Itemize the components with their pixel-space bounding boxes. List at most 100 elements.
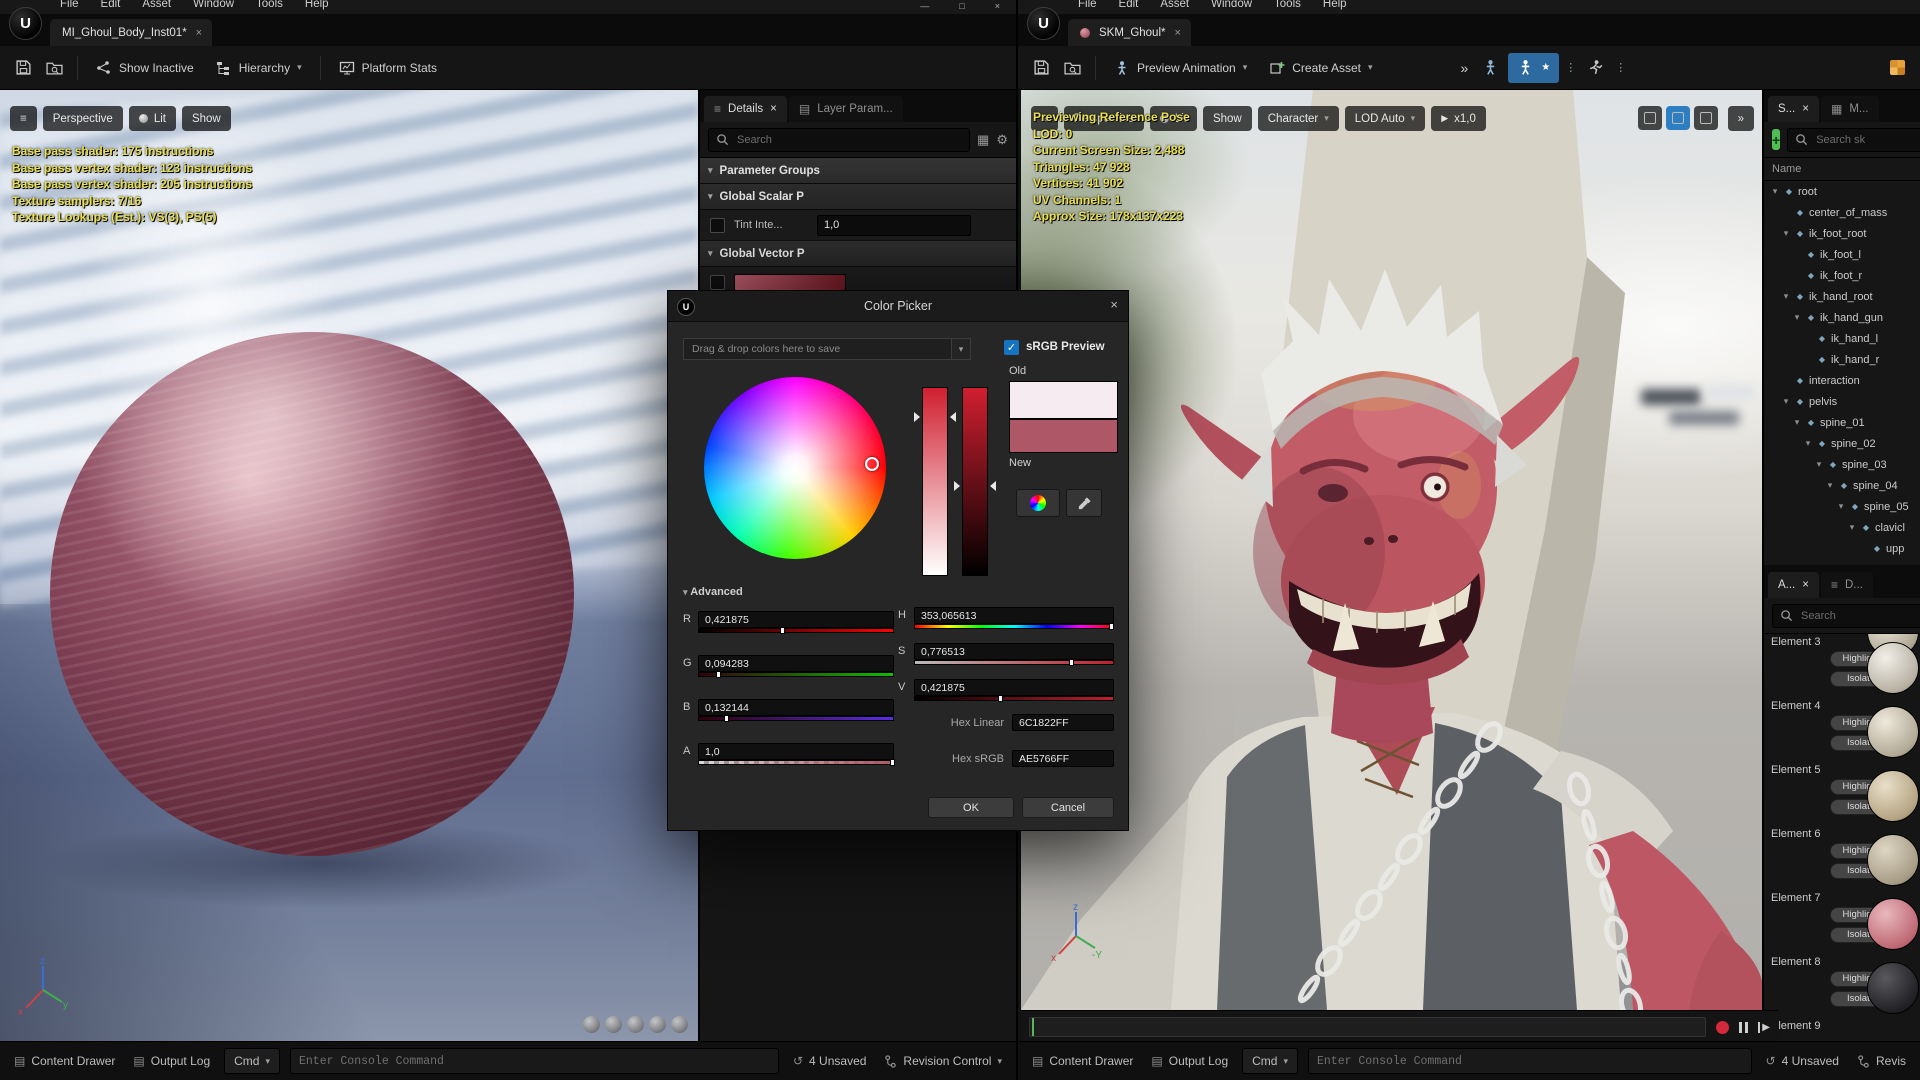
saturation-marker[interactable] bbox=[914, 412, 925, 422]
menu-window[interactable]: Window bbox=[193, 0, 234, 10]
chevron-down-icon[interactable]: ▾ bbox=[1781, 396, 1791, 407]
output-log-button[interactable]: ▤ Output Log bbox=[129, 1054, 214, 1068]
content-drawer-button[interactable]: ▤ Content Drawer bbox=[10, 1054, 119, 1068]
close-icon[interactable]: × bbox=[1802, 579, 1809, 591]
color-themes-button[interactable] bbox=[1016, 489, 1060, 517]
bone-row[interactable]: ▾ ◆ ik_hand_root bbox=[1764, 286, 1920, 307]
advanced-toggle[interactable]: ▾ Advanced bbox=[683, 586, 743, 598]
h-slider[interactable] bbox=[914, 623, 1115, 630]
b-slider-marker[interactable] bbox=[724, 715, 730, 722]
bone-row[interactable]: ▾ ◆ root bbox=[1764, 181, 1920, 202]
ellipsis-icon[interactable]: ⋮ bbox=[1563, 61, 1578, 74]
save-button[interactable] bbox=[10, 53, 37, 83]
name-column-header[interactable]: Name bbox=[1764, 158, 1920, 181]
g-slider[interactable] bbox=[698, 671, 894, 678]
preview-shape-plane[interactable] bbox=[649, 1016, 666, 1033]
menu-window[interactable]: Window bbox=[1211, 0, 1252, 10]
add-bone-button[interactable]: + bbox=[1772, 129, 1781, 150]
character-button[interactable]: Character ▾ bbox=[1257, 106, 1339, 131]
r-value-input[interactable]: 0,421875 bbox=[698, 611, 894, 628]
tab-morph[interactable]: ▦ M... bbox=[1820, 96, 1879, 122]
g-value-input[interactable]: 0,094283 bbox=[698, 655, 894, 672]
asset-details-search-input[interactable] bbox=[1799, 608, 1920, 623]
chevron-down-icon[interactable]: ▾ bbox=[1825, 480, 1835, 491]
menu-file[interactable]: File bbox=[60, 0, 79, 10]
skeleton-search-box[interactable] bbox=[1787, 127, 1920, 152]
chevron-down-icon[interactable]: ▾ bbox=[1770, 186, 1780, 197]
console-command-input[interactable] bbox=[290, 1048, 779, 1074]
preview-animation-button[interactable]: Preview Animation ▾ bbox=[1105, 53, 1256, 83]
element-thumbnail[interactable] bbox=[1867, 770, 1919, 822]
b-value-input[interactable]: 0,132144 bbox=[698, 699, 894, 716]
element-thumbnail[interactable] bbox=[1867, 962, 1919, 1014]
menu-edit[interactable]: Edit bbox=[101, 0, 121, 10]
browse-to-asset-button[interactable] bbox=[1059, 53, 1086, 83]
maximize-icon[interactable]: □ bbox=[959, 2, 964, 11]
playback-speed-button[interactable]: ▶ x1,0 bbox=[1431, 106, 1486, 131]
show-inactive-button[interactable]: Show Inactive bbox=[87, 53, 203, 83]
tint-color-swatch[interactable] bbox=[734, 273, 846, 291]
viewport-option-button[interactable] bbox=[1638, 106, 1662, 130]
minimize-icon[interactable]: — bbox=[920, 2, 929, 11]
bone-row[interactable]: ◆ ik_foot_l bbox=[1764, 244, 1920, 265]
skeleton-search-input[interactable] bbox=[1814, 132, 1920, 147]
preview-shape-sphere[interactable] bbox=[605, 1016, 622, 1033]
tab-close-icon[interactable]: × bbox=[196, 27, 202, 39]
menu-file[interactable]: File bbox=[1078, 0, 1097, 10]
srgb-preview-checkbox[interactable]: ✓ bbox=[1004, 340, 1019, 355]
console-command-input[interactable] bbox=[1308, 1048, 1752, 1074]
s-slider-marker[interactable] bbox=[1068, 659, 1074, 666]
revision-control-button[interactable]: Revis bbox=[1853, 1054, 1910, 1068]
preview-shape-cylinder[interactable] bbox=[583, 1016, 600, 1033]
v-value-input[interactable]: 0,421875 bbox=[914, 679, 1114, 696]
bone-row[interactable]: ▾ ◆ spine_02 bbox=[1764, 433, 1920, 454]
close-icon[interactable]: × bbox=[1802, 103, 1809, 115]
bone-row[interactable]: ▾ ◆ ik_hand_gun bbox=[1764, 307, 1920, 328]
menu-asset[interactable]: Asset bbox=[142, 0, 171, 10]
tab-skeleton-tree[interactable]: S... × bbox=[1768, 96, 1819, 122]
s-slider[interactable] bbox=[914, 659, 1114, 666]
chevron-down-icon[interactable]: ▾ bbox=[1792, 417, 1802, 428]
cancel-button[interactable]: Cancel bbox=[1022, 797, 1114, 818]
hex-srgb-input[interactable]: AE5766FF bbox=[1012, 750, 1114, 767]
bone-row[interactable]: ◆ upp bbox=[1764, 538, 1920, 559]
viewport-menu-button[interactable]: ≡ bbox=[10, 106, 37, 131]
chevron-down-icon[interactable]: ▾ bbox=[1781, 291, 1791, 302]
value-marker[interactable] bbox=[954, 481, 965, 491]
lod-button[interactable]: LOD Auto ▾ bbox=[1344, 106, 1426, 131]
chevron-down-icon[interactable]: ▾ bbox=[1836, 501, 1846, 512]
override-checkbox[interactable] bbox=[710, 274, 725, 290]
g-slider-marker[interactable] bbox=[716, 671, 722, 678]
parameter-groups-header[interactable]: ▾ Parameter Groups bbox=[700, 158, 1016, 184]
hex-linear-input[interactable]: 6C1822FF bbox=[1012, 714, 1114, 731]
tab-asset-details[interactable]: A... × bbox=[1768, 572, 1819, 598]
value-marker[interactable] bbox=[985, 481, 996, 491]
bone-row[interactable]: ▾ ◆ spine_05 bbox=[1764, 496, 1920, 517]
timeline-scrubber[interactable] bbox=[1029, 1017, 1707, 1037]
chevron-down-icon[interactable]: ▾ bbox=[1814, 459, 1824, 470]
menu-help[interactable]: Help bbox=[1323, 0, 1347, 10]
value-bar[interactable] bbox=[954, 387, 996, 576]
v-slider[interactable] bbox=[914, 695, 1114, 702]
saturation-marker[interactable] bbox=[945, 412, 956, 422]
dialog-title-bar[interactable]: U Color Picker × bbox=[668, 291, 1128, 322]
tab-material-instance[interactable]: MI_Ghoul_Body_Inst01* × bbox=[50, 19, 213, 46]
preview-shape-custom[interactable] bbox=[671, 1016, 688, 1033]
ok-button[interactable]: OK bbox=[928, 797, 1014, 818]
gear-icon[interactable]: ⚙ bbox=[996, 132, 1008, 148]
hierarchy-button[interactable]: Hierarchy ▾ bbox=[207, 53, 311, 83]
eyedropper-button[interactable] bbox=[1066, 489, 1102, 517]
color-wheel-marker[interactable] bbox=[865, 457, 879, 471]
show-button[interactable]: Show bbox=[1202, 106, 1252, 131]
element-thumbnail[interactable] bbox=[1867, 834, 1919, 886]
skeletal-mesh-viewport[interactable]: ≡ Perspective Lit Show Character ▾ LOD Au… bbox=[1021, 89, 1762, 1010]
cmd-dropdown[interactable]: Cmd ▾ bbox=[224, 1048, 280, 1074]
bone-row[interactable]: ◆ center_of_mass bbox=[1764, 202, 1920, 223]
browse-to-asset-button[interactable] bbox=[41, 53, 68, 83]
tint-intensity-value[interactable]: 1,0 bbox=[817, 214, 971, 236]
bone-row[interactable]: ◆ ik_hand_l bbox=[1764, 328, 1920, 349]
playhead[interactable] bbox=[1032, 1018, 1034, 1036]
h-slider-marker[interactable] bbox=[1109, 623, 1115, 630]
r-slider[interactable] bbox=[698, 627, 894, 634]
bone-row[interactable]: ◆ ik_hand_r bbox=[1764, 349, 1920, 370]
